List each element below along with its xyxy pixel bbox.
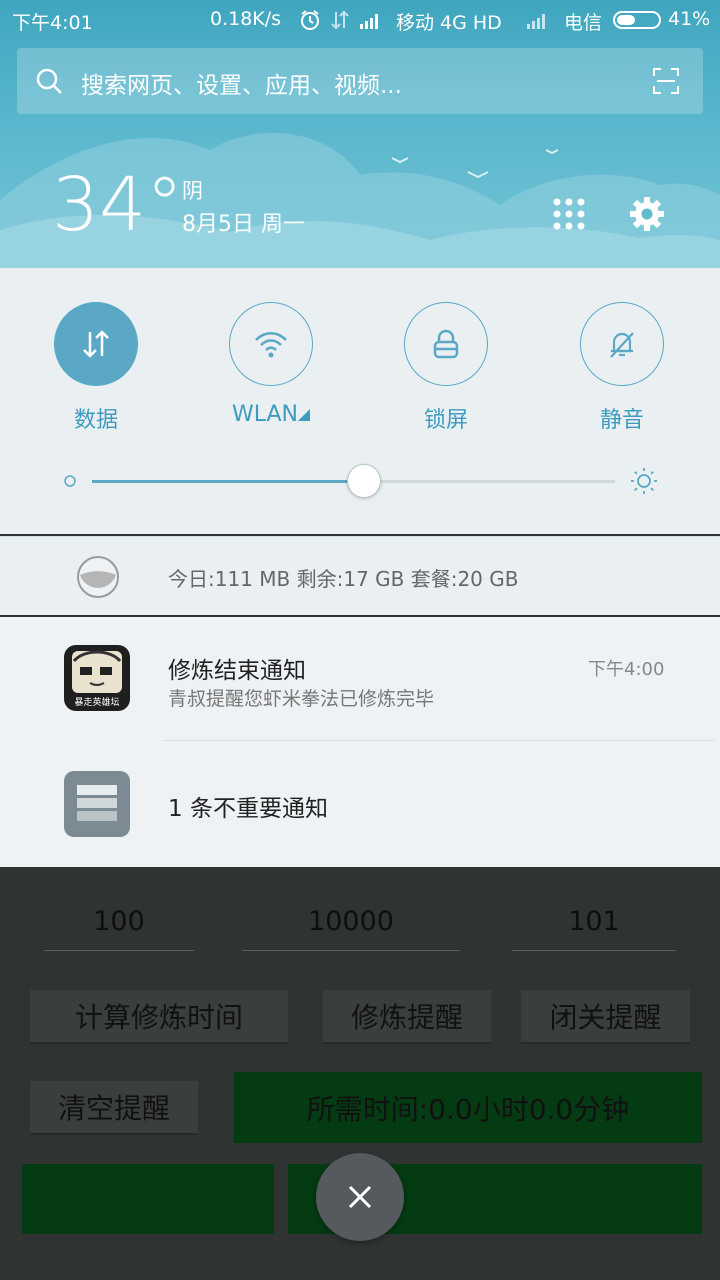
input-field-3[interactable]: 101 <box>512 906 676 937</box>
input-field-1-underline <box>44 950 194 951</box>
result-panel: 所需时间:0.0小时0.0分钟 <box>234 1072 702 1143</box>
input-field-2[interactable]: 10000 <box>242 906 460 937</box>
notification-title: 修炼结束通知 <box>168 658 306 684</box>
notification-body: 青叔提醒您虾米拳法已修炼完毕 <box>168 688 435 710</box>
toggle-data[interactable] <box>54 302 138 386</box>
clear-reminder-button[interactable]: 清空提醒 <box>30 1081 198 1135</box>
close-icon <box>348 1185 372 1209</box>
input-field-2-underline <box>242 950 460 951</box>
grid-icon[interactable] <box>552 197 586 231</box>
date: 8月5日 周一 <box>182 212 305 237</box>
toggle-mute[interactable] <box>580 302 664 386</box>
toggle-wlan-label: WLAN <box>201 402 341 427</box>
app-icon-label: 暴走英雄坛 <box>74 698 120 708</box>
search-bar[interactable]: 搜索网页、设置、应用、视频... <box>17 48 703 114</box>
app-icon: 暴走英雄坛 <box>64 645 130 711</box>
status-time: 下午4:01 <box>12 12 93 34</box>
bell-off-icon <box>610 332 634 358</box>
corner-triangle-icon <box>298 409 311 421</box>
toggle-wlan[interactable] <box>229 302 313 386</box>
alarm-icon <box>301 10 319 30</box>
gear-icon[interactable] <box>628 195 666 233</box>
calculate-time-button[interactable]: 计算修炼时间 <box>30 990 288 1044</box>
status-net-speed: 0.18K/s <box>210 8 282 30</box>
quick-settings-panel: 数据 WLAN 锁屏 静音 <box>0 268 720 534</box>
data-usage-row[interactable]: 今日:111 MB 剩余:17 GB 套餐:20 GB <box>0 536 720 615</box>
notification-item[interactable]: 暴走英雄坛 修炼结束通知 青叔提醒您虾米拳法已修炼完毕 下午4:00 <box>0 617 720 739</box>
wifi-icon <box>255 332 287 358</box>
search-placeholder: 搜索网页、设置、应用、视频... <box>81 73 402 99</box>
cultivate-reminder-button[interactable]: 修炼提醒 <box>323 990 491 1044</box>
toggle-lock-screen[interactable] <box>404 302 488 386</box>
data-usage-gauge-icon <box>77 556 119 598</box>
notification-shade-header: 下午4:01 0.18K/s 移动 4G HD 电信 41% 搜索网页、设置、应… <box>0 0 720 268</box>
data-arrows-icon <box>83 330 109 358</box>
input-field-1[interactable]: 100 <box>44 906 194 937</box>
brightness-fill <box>92 480 364 483</box>
data-arrows-small-icon <box>331 10 349 30</box>
weather-condition: 阴 <box>182 179 203 203</box>
toggle-mute-label: 静音 <box>599 408 644 433</box>
status-carrier1: 移动 4G HD <box>396 12 502 34</box>
temperature[interactable]: 34° <box>52 160 183 250</box>
seclusion-reminder-button[interactable]: 闭关提醒 <box>521 990 690 1044</box>
status-battery: 41% <box>668 8 711 30</box>
brightness-high-icon <box>631 468 657 494</box>
minor-notifications-label: 1 条不重要通知 <box>168 796 328 822</box>
notification-time: 下午4:00 <box>588 659 665 680</box>
scan-icon[interactable] <box>653 68 679 94</box>
close-button[interactable] <box>316 1153 404 1241</box>
toggle-lock-label: 锁屏 <box>423 408 468 433</box>
minor-notifications-item[interactable]: 1 条不重要通知 <box>0 741 720 867</box>
notification-card: 暴走英雄坛 修炼结束通知 青叔提醒您虾米拳法已修炼完毕 下午4:00 1 条不重… <box>0 617 720 867</box>
toggle-data-label: 数据 <box>73 408 118 433</box>
lock-icon <box>433 329 459 359</box>
battery-icon <box>613 11 661 29</box>
signal-icon <box>360 14 378 29</box>
input-field-3-underline <box>512 950 676 951</box>
brightness-slider-thumb[interactable] <box>347 464 381 498</box>
brightness-low-icon <box>64 475 76 487</box>
search-icon <box>36 68 62 94</box>
result-text: 所需时间:0.0小时0.0分钟 <box>306 1092 630 1126</box>
data-usage-text: 今日:111 MB 剩余:17 GB 套餐:20 GB <box>168 567 519 591</box>
signal-icon-2 <box>527 14 545 29</box>
status-carrier2: 电信 <box>564 12 603 34</box>
stack-icon <box>64 771 130 837</box>
wlan-label-text: WLAN <box>231 402 299 427</box>
green-box-left <box>22 1164 274 1234</box>
